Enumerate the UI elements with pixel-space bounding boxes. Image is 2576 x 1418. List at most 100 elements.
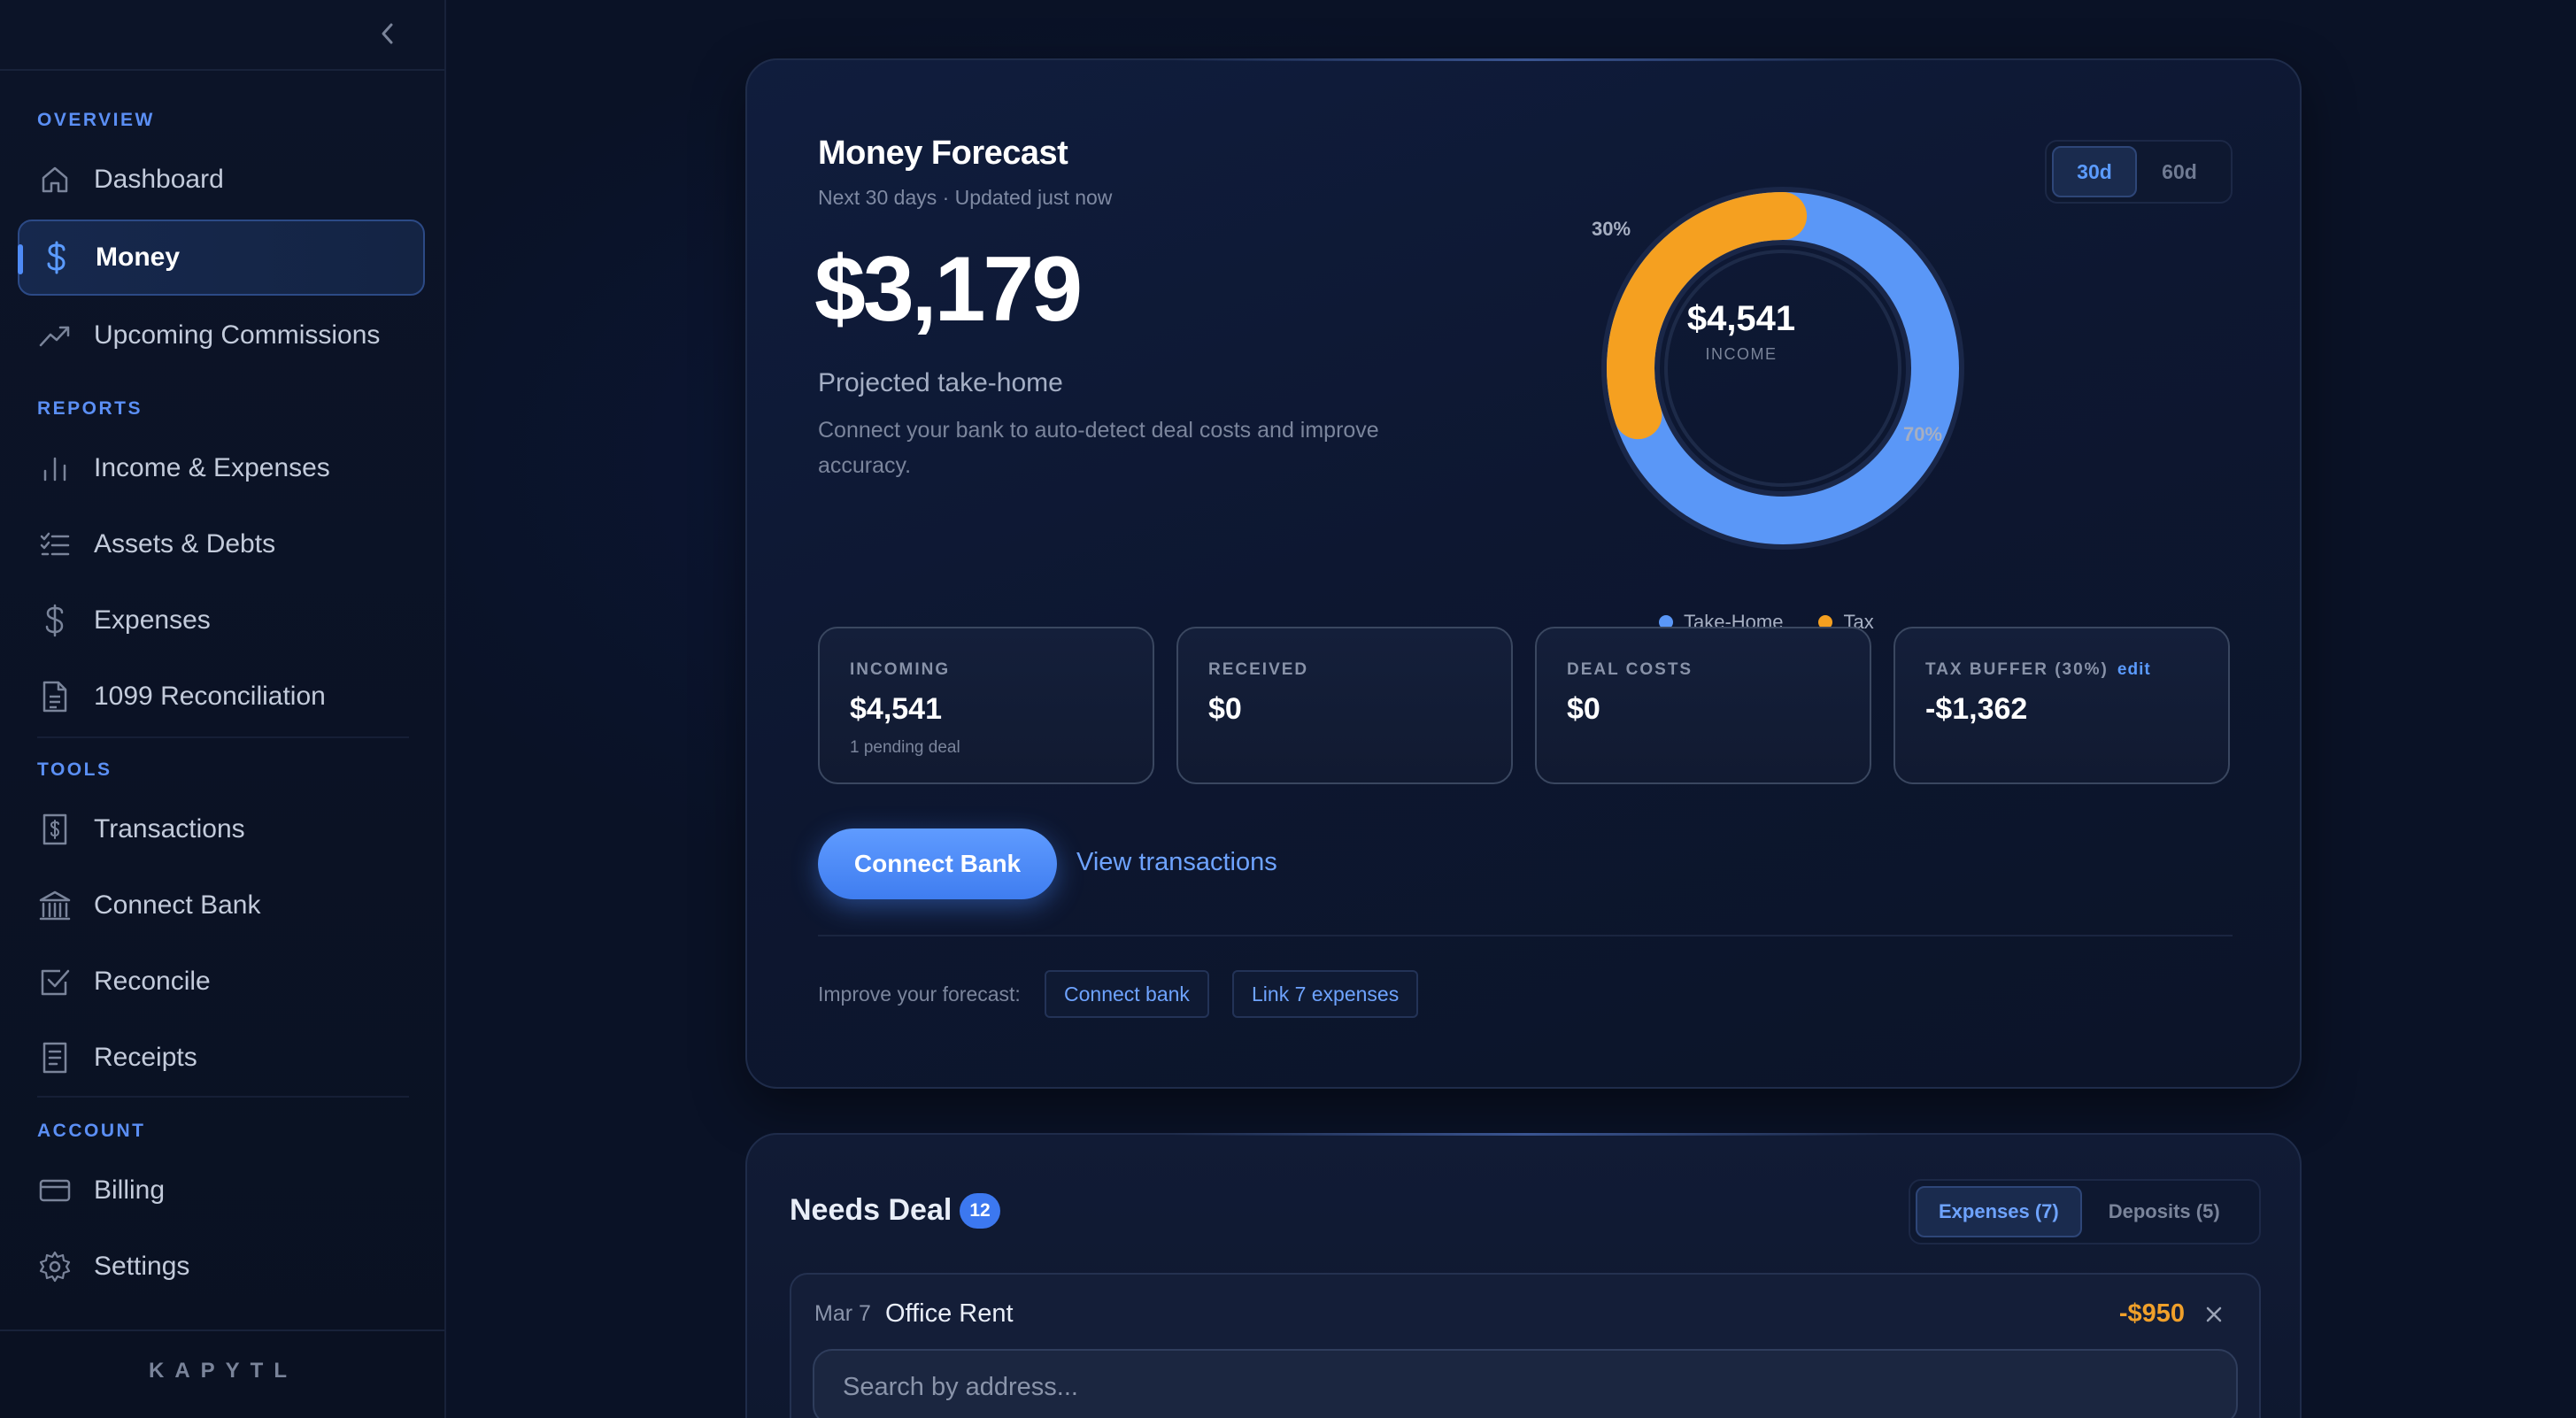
forecast-subtitle: Next 30 days · Updated just now — [818, 186, 1113, 209]
sidebar-item-label: 1099 Reconciliation — [94, 682, 326, 711]
sidebar-item-money[interactable]: Money — [18, 220, 425, 296]
sidebar-item-upcoming-commissions[interactable]: Upcoming Commissions — [18, 297, 425, 374]
sidebar-item-label: Assets & Debts — [94, 529, 276, 559]
sidebar-item-label: Transactions — [94, 814, 245, 844]
improve-forecast-label: Improve your forecast: — [818, 983, 1021, 1006]
expense-name: Office Rent — [885, 1299, 1014, 1328]
projected-label: Projected take-home — [818, 368, 1063, 397]
divider — [0, 1329, 446, 1331]
donut-inner-ring — [1664, 250, 1901, 487]
stat-label: INCOMING — [850, 660, 951, 679]
connect-bank-button[interactable]: Connect Bank — [818, 828, 1057, 899]
section-label-account: ACCOUNT — [37, 1121, 146, 1141]
sidebar-item-label: Money — [96, 243, 181, 272]
sidebar-item-label: Dashboard — [94, 165, 224, 194]
section-label-tools: TOOLS — [37, 759, 112, 780]
address-search-input[interactable] — [813, 1349, 2238, 1418]
stat-value: $4,541 — [850, 692, 942, 726]
collapse-sidebar-button[interactable] — [372, 18, 404, 50]
sidebar-item-label: Billing — [94, 1175, 166, 1205]
expense-row: Mar 7 Office Rent -$950 — [790, 1273, 2261, 1418]
sidebar-item-settings[interactable]: Settings — [18, 1229, 425, 1305]
stat-note: 1 pending deal — [850, 738, 960, 757]
donut-center-label: INCOME — [1705, 345, 1778, 363]
brand-logo-text: KAPYTL — [149, 1359, 297, 1383]
sidebar-item-label: Upcoming Commissions — [94, 320, 381, 350]
stat-label: RECEIVED — [1208, 660, 1309, 679]
divider — [37, 736, 409, 738]
sidebar-item-label: Income & Expenses — [94, 453, 330, 482]
forecast-title: Money Forecast — [818, 135, 1068, 172]
stat-value: -$1,362 — [1925, 692, 2028, 726]
needs-deal-tabs: Expenses (7) Deposits (5) — [1909, 1179, 2261, 1245]
stat-deal-costs: DEAL COSTS $0 — [1535, 627, 1871, 784]
connect-bank-chip[interactable]: Connect bank — [1045, 970, 1209, 1018]
period-60d-button[interactable]: 60d — [2137, 146, 2222, 197]
sidebar: OVERVIEW Dashboard Money Upcoming Commis… — [0, 0, 446, 1418]
app-root: OVERVIEW Dashboard Money Upcoming Commis… — [0, 0, 2576, 1418]
sidebar-item-dashboard[interactable]: Dashboard — [18, 142, 425, 218]
sidebar-item-reconcile[interactable]: Reconcile — [18, 944, 425, 1020]
divider — [37, 1096, 409, 1098]
stat-value: $0 — [1208, 692, 1242, 726]
needs-deal-title: Needs Deal — [790, 1193, 953, 1227]
dollar-icon — [37, 603, 73, 638]
expense-amount: -$950 — [2118, 1299, 2185, 1328]
sidebar-item-label: Connect Bank — [94, 890, 261, 920]
sidebar-item-label: Settings — [94, 1252, 190, 1281]
sidebar-item-label: Expenses — [94, 605, 211, 635]
sidebar-item-transactions[interactable]: Transactions — [18, 791, 425, 867]
sidebar-item-income-expenses[interactable]: Income & Expenses — [18, 430, 425, 506]
sidebar-item-1099-reconciliation[interactable]: 1099 Reconciliation — [18, 659, 425, 735]
divider — [0, 69, 446, 71]
needs-deal-count-badge: 12 — [960, 1193, 1000, 1229]
tax-percent-label: 30% — [1592, 218, 1631, 240]
gear-icon — [37, 1249, 73, 1284]
main-content: Money Forecast Next 30 days · Updated ju… — [446, 0, 2576, 1418]
stat-label: TAX BUFFER (30%) edit — [1925, 660, 2151, 680]
needs-deal-card: Needs Deal 12 Expenses (7) Deposits (5) … — [745, 1133, 2302, 1418]
stat-received: RECEIVED $0 — [1176, 627, 1513, 784]
donut-center-amount: $4,541 — [1686, 299, 1796, 338]
expense-date: Mar 7 — [814, 1301, 871, 1326]
credit-card-icon — [37, 1173, 73, 1208]
sidebar-item-label: Receipts — [94, 1043, 197, 1072]
receipt-dollar-icon — [37, 812, 73, 847]
edit-tax-buffer-link[interactable]: edit — [2117, 660, 2151, 679]
section-label-reports: REPORTS — [37, 398, 143, 419]
dismiss-expense-button[interactable] — [2201, 1301, 2227, 1328]
stat-incoming: INCOMING $4,541 1 pending deal — [818, 627, 1154, 784]
view-transactions-link[interactable]: View transactions — [1076, 848, 1277, 877]
trending-up-icon — [37, 318, 73, 353]
receipt-icon — [37, 1040, 73, 1075]
dollar-icon — [39, 240, 74, 275]
checklist-icon — [37, 527, 73, 562]
check-square-icon — [37, 964, 73, 999]
divider — [818, 935, 2233, 936]
card-highlight — [1172, 58, 1880, 61]
period-toggle: 30d 60d — [2045, 140, 2233, 204]
home-icon — [37, 162, 73, 197]
stat-label-text: TAX BUFFER (30%) — [1925, 660, 2109, 679]
take-home-percent-label: 70% — [1903, 423, 1943, 445]
active-indicator — [18, 244, 23, 274]
income-donut-chart — [1601, 187, 1964, 550]
connect-hint: Connect your bank to auto-detect deal co… — [818, 418, 1379, 478]
projected-amount: $3,179 — [814, 238, 1083, 341]
link-expenses-chip[interactable]: Link 7 expenses — [1232, 970, 1419, 1018]
tab-deposits[interactable]: Deposits (5) — [2087, 1186, 2241, 1237]
sidebar-item-receipts[interactable]: Receipts — [18, 1020, 425, 1096]
period-30d-button[interactable]: 30d — [2052, 146, 2137, 197]
tab-expenses[interactable]: Expenses (7) — [1916, 1186, 2082, 1237]
stat-value: $0 — [1567, 692, 1600, 726]
bar-chart-icon — [37, 451, 73, 486]
sidebar-item-expenses[interactable]: Expenses — [18, 582, 425, 659]
card-highlight — [1172, 1133, 1880, 1136]
chevron-left-icon — [382, 23, 393, 44]
sidebar-item-connect-bank[interactable]: Connect Bank — [18, 867, 425, 944]
sidebar-item-billing[interactable]: Billing — [18, 1152, 425, 1229]
stat-tax-buffer: TAX BUFFER (30%) edit -$1,362 — [1893, 627, 2230, 784]
close-icon — [2206, 1306, 2222, 1322]
document-icon — [37, 679, 73, 714]
sidebar-item-assets-debts[interactable]: Assets & Debts — [18, 506, 425, 582]
